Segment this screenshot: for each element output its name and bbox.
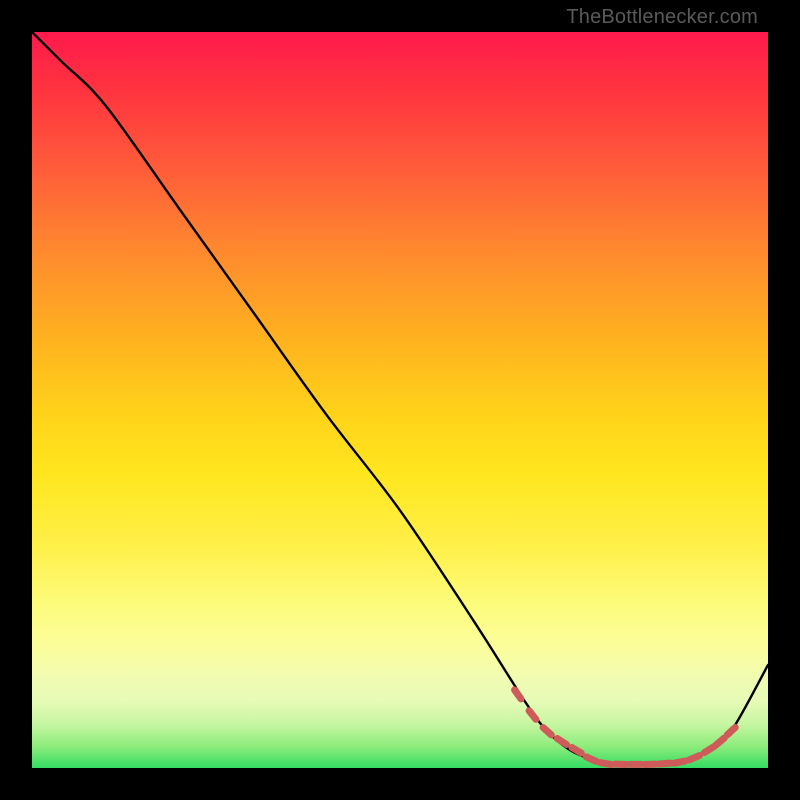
marker-dash xyxy=(572,748,581,754)
marker-dash xyxy=(659,763,670,764)
chart-frame xyxy=(32,32,768,768)
marker-dashes xyxy=(515,690,736,765)
marker-dash xyxy=(557,739,566,745)
marker-dash xyxy=(601,763,612,765)
marker-dash xyxy=(727,727,735,735)
watermark-text: TheBottlenecker.com xyxy=(566,6,758,29)
marker-dash xyxy=(704,747,713,753)
marker-dash xyxy=(586,757,596,762)
marker-dash xyxy=(529,711,536,720)
marker-dash xyxy=(674,761,685,763)
marker-dash xyxy=(543,728,551,735)
marker-dash xyxy=(515,690,521,699)
plot-area xyxy=(32,32,768,768)
chart-svg xyxy=(32,32,768,768)
curve-line xyxy=(32,32,768,765)
marker-dash xyxy=(689,756,699,760)
marker-dash xyxy=(716,738,724,745)
